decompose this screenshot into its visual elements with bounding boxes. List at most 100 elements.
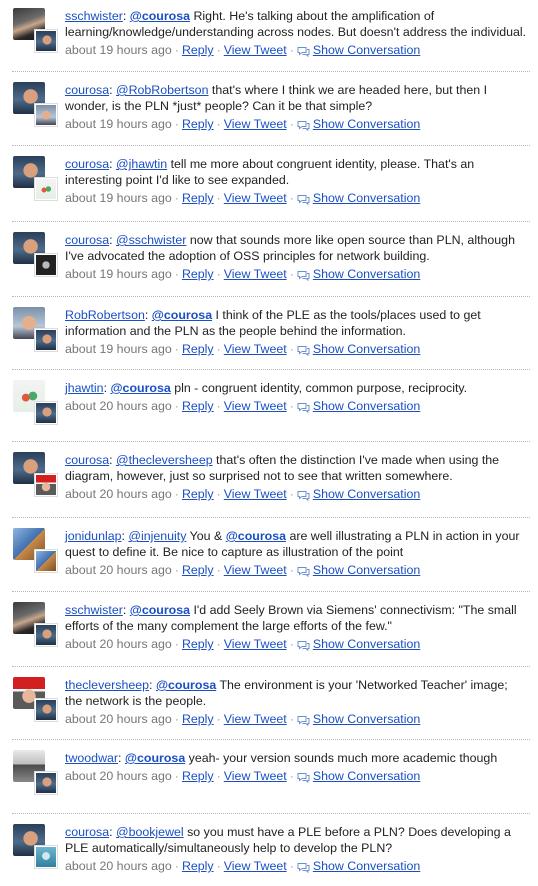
show-conversation-link[interactable]: Show Conversation — [313, 190, 420, 206]
mention-link[interactable]: @jhawtin — [116, 157, 167, 171]
reply-to-avatar[interactable] — [35, 402, 57, 424]
view-tweet-link[interactable]: View Tweet — [224, 486, 287, 502]
author-link[interactable]: courosa — [65, 157, 109, 171]
author-link[interactable]: thecleversheep — [65, 678, 149, 692]
tweet-text: jhawtin: @courosa pln - congruent identi… — [65, 380, 528, 396]
reply-link[interactable]: Reply — [182, 341, 214, 357]
meta-divider: · — [174, 191, 179, 205]
view-tweet-link[interactable]: View Tweet — [224, 858, 287, 874]
view-tweet-link[interactable]: View Tweet — [224, 711, 287, 727]
view-tweet-link[interactable]: View Tweet — [224, 116, 287, 132]
tweet-content: courosa: @sschwister now that sounds mor… — [65, 232, 528, 282]
view-tweet-link[interactable]: View Tweet — [224, 190, 287, 206]
tweet-meta: about 20 hours ago · Reply · View Tweet · Show… — [65, 858, 528, 874]
reply-link[interactable]: Reply — [182, 190, 214, 206]
view-tweet-link[interactable]: View Tweet — [224, 266, 287, 282]
reply-link[interactable]: Reply — [182, 636, 214, 652]
tweet-text: courosa: @bookjewel so you must have a P… — [65, 824, 528, 856]
author-link[interactable]: courosa — [65, 825, 109, 839]
tweet-timestamp: about 20 hours ago — [65, 563, 172, 577]
author-link[interactable]: courosa — [65, 453, 109, 467]
meta-divider: · — [216, 637, 221, 651]
show-conversation-link[interactable]: Show Conversation — [313, 486, 420, 502]
tweet-meta: about 19 hours ago · Reply · View Tweet · Show… — [65, 116, 528, 132]
tweet-text: courosa: @sschwister now that sounds mor… — [65, 232, 528, 264]
author-link[interactable]: jhawtin — [65, 381, 104, 395]
show-conversation-link[interactable]: Show Conversation — [313, 636, 420, 652]
tweet-content: sschwister: @courosa I'd add Seely Brown… — [65, 602, 528, 652]
reply-link[interactable]: Reply — [182, 42, 214, 58]
show-conversation-link[interactable]: Show Conversation — [313, 711, 420, 727]
show-conversation-link[interactable]: Show Conversation — [313, 398, 420, 414]
author-link[interactable]: courosa — [65, 233, 109, 247]
reply-link[interactable]: Reply — [182, 858, 214, 874]
show-conversation-link[interactable]: Show Conversation — [313, 116, 420, 132]
tweet-text: twoodwar: @courosa yeah- your version so… — [65, 750, 528, 766]
author-link[interactable]: twoodwar — [65, 751, 118, 765]
reply-link[interactable]: Reply — [182, 486, 214, 502]
view-tweet-link[interactable]: View Tweet — [224, 42, 287, 58]
author-link[interactable]: jonidunlap — [65, 529, 122, 543]
reply-link[interactable]: Reply — [182, 266, 214, 282]
mention-link[interactable]: @sschwister — [116, 233, 186, 247]
mention-link[interactable]: @RobRobertson — [116, 83, 208, 97]
meta-divider: · — [174, 563, 179, 577]
reply-to-avatar[interactable] — [35, 550, 57, 572]
reply-link[interactable]: Reply — [182, 711, 214, 727]
reply-to-avatar[interactable] — [35, 772, 57, 794]
view-tweet-link[interactable]: View Tweet — [224, 398, 287, 414]
reply-to-avatar[interactable] — [35, 254, 57, 276]
show-conversation-link[interactable]: Show Conversation — [313, 341, 420, 357]
show-conversation-link[interactable]: Show Conversation — [313, 858, 420, 874]
reply-link[interactable]: Reply — [182, 562, 214, 578]
mention-link[interactable]: @courosa — [110, 381, 170, 395]
conversation-icon — [297, 193, 310, 205]
tweet-avatars — [13, 156, 57, 201]
show-conversation-link[interactable]: Show Conversation — [313, 266, 420, 282]
reply-to-avatar[interactable] — [35, 474, 57, 496]
tweet-text: courosa: @jhawtin tell me more about con… — [65, 156, 528, 188]
reply-to-avatar[interactable] — [35, 329, 57, 351]
author-link[interactable]: sschwister — [65, 9, 123, 23]
author-link[interactable]: RobRobertson — [65, 308, 145, 322]
tweet-meta: about 20 hours ago · Reply · View Tweet · Show… — [65, 562, 528, 578]
mention-link-2[interactable]: @courosa — [226, 529, 286, 543]
show-conversation-link[interactable]: Show Conversation — [313, 768, 420, 784]
reply-link[interactable]: Reply — [182, 768, 214, 784]
view-tweet-link[interactable]: View Tweet — [224, 562, 287, 578]
view-tweet-link[interactable]: View Tweet — [224, 636, 287, 652]
author-separator: : — [109, 157, 116, 171]
reply-to-avatar[interactable] — [35, 699, 57, 721]
reply-to-avatar[interactable] — [35, 30, 57, 52]
tweet-item: courosa: @thecleversheep that's often th… — [0, 452, 538, 514]
tweet-body-text: pln - congruent identity, common purpose… — [170, 381, 468, 395]
mention-link[interactable]: @thecleversheep — [116, 453, 213, 467]
reply-to-avatar[interactable] — [35, 178, 57, 200]
reply-to-avatar[interactable] — [35, 846, 57, 868]
mention-link[interactable]: @courosa — [130, 9, 190, 23]
mention-link[interactable]: @courosa — [152, 308, 212, 322]
reply-link[interactable]: Reply — [182, 398, 214, 414]
author-link[interactable]: sschwister — [65, 603, 123, 617]
tweet-separator — [12, 441, 530, 442]
reply-to-avatar[interactable] — [35, 624, 57, 646]
tweet-timestamp: about 20 hours ago — [65, 769, 172, 783]
tweet-text: jonidunlap: @injenuity You & @courosa ar… — [65, 528, 528, 560]
mention-link[interactable]: @courosa — [130, 603, 190, 617]
tweet-meta: about 20 hours ago · Reply · View Tweet · Show… — [65, 398, 528, 414]
meta-divider: · — [216, 859, 221, 873]
mention-link[interactable]: @courosa — [156, 678, 216, 692]
mention-link[interactable]: @bookjewel — [116, 825, 184, 839]
show-conversation-link[interactable]: Show Conversation — [313, 562, 420, 578]
tweet-avatars — [13, 602, 57, 647]
tweet-feed: sschwister: @courosa Right. He's talking… — [0, 0, 538, 884]
reply-link[interactable]: Reply — [182, 116, 214, 132]
show-conversation-link[interactable]: Show Conversation — [313, 42, 420, 58]
reply-to-avatar[interactable] — [35, 104, 57, 126]
author-link[interactable]: courosa — [65, 83, 109, 97]
view-tweet-link[interactable]: View Tweet — [224, 768, 287, 784]
view-tweet-link[interactable]: View Tweet — [224, 341, 287, 357]
tweet-separator — [12, 71, 530, 72]
mention-link[interactable]: @injenuity — [128, 529, 186, 543]
mention-link[interactable]: @courosa — [125, 751, 185, 765]
